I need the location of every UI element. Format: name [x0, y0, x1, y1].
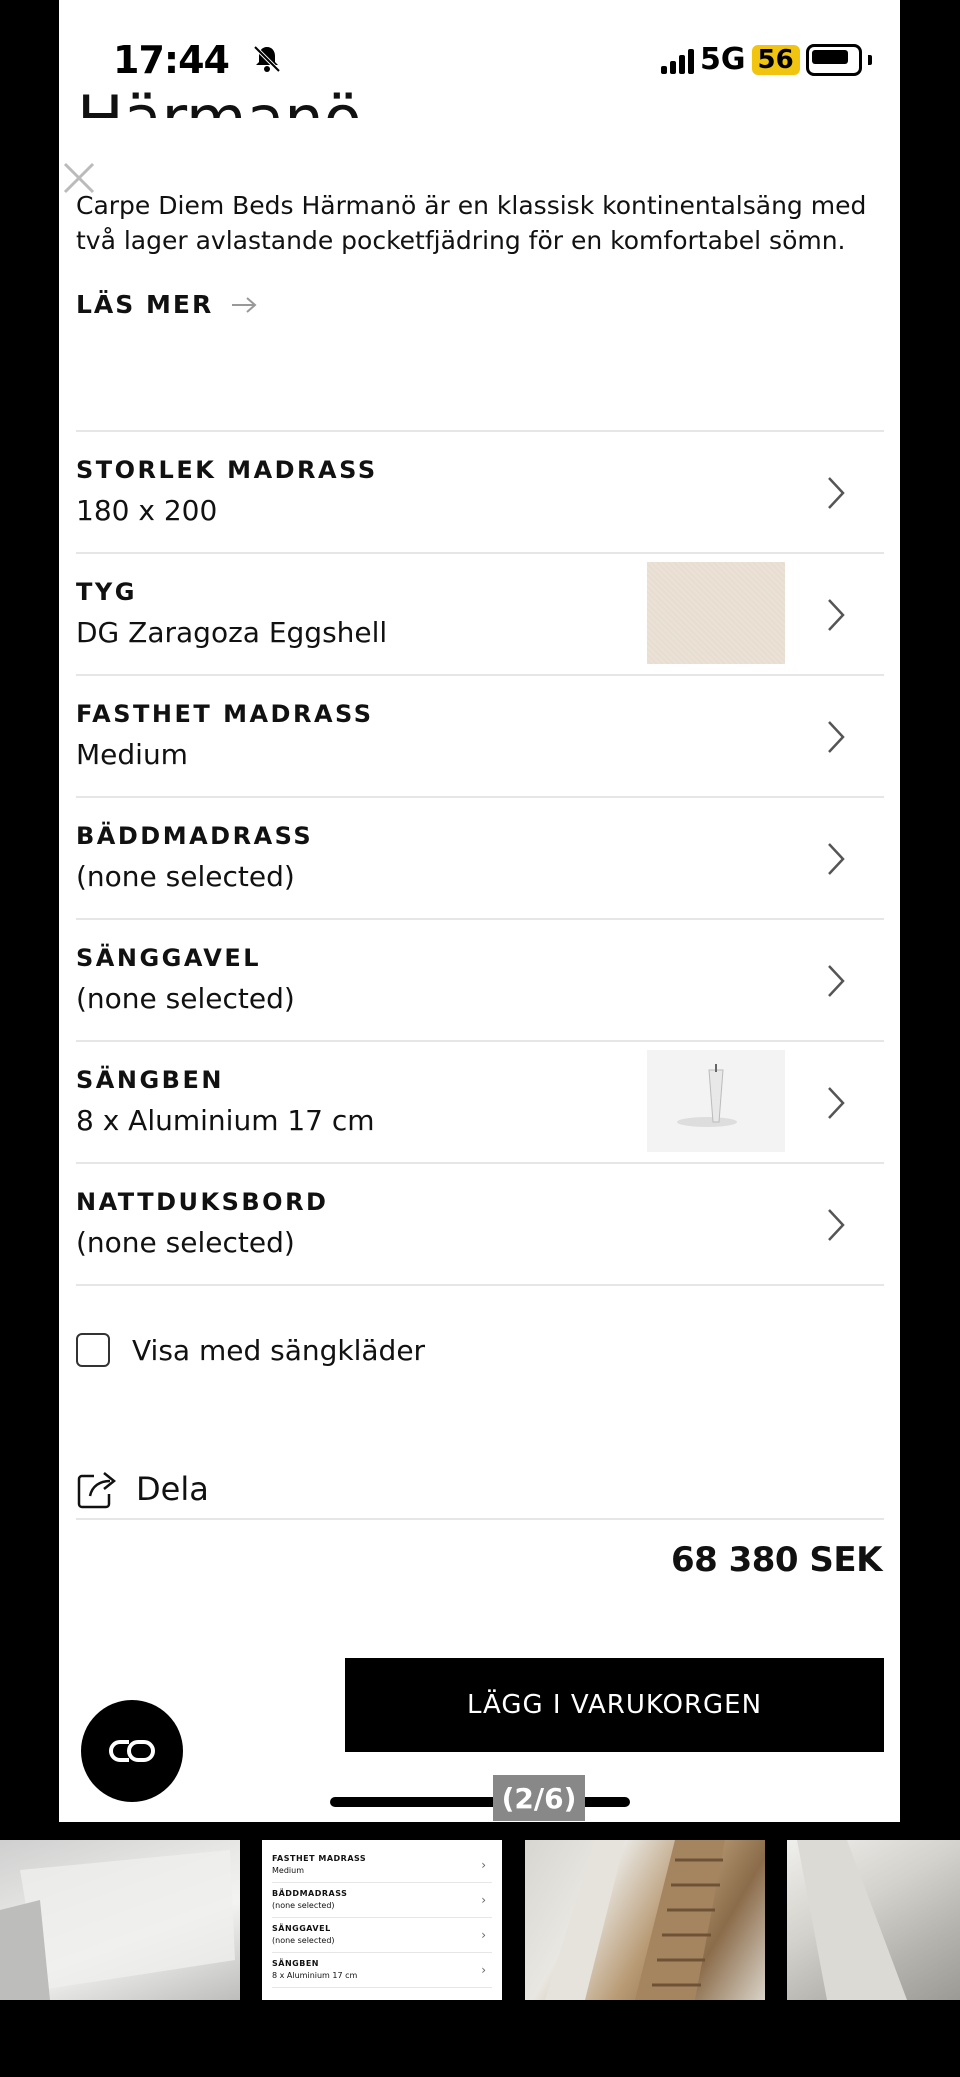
mini-option: FASTHET MADRASS Medium › [272, 1848, 492, 1883]
chevron-right-icon [828, 1209, 845, 1241]
show-bedding-label: Visa med sängkläder [132, 1333, 426, 1367]
product-screen: 17:44 5G 56 Härmanö Carpe Diem Beds Härm… [59, 0, 900, 1822]
chevron-right-icon [828, 599, 845, 631]
option-fabric[interactable]: TYG DG Zaragoza Eggshell [76, 554, 884, 676]
option-firmness[interactable]: FASTHET MADRASS Medium [76, 676, 884, 798]
option-topper[interactable]: BÄDDMADRASS (none selected) [76, 798, 884, 920]
product-title: Härmanö [77, 88, 362, 146]
option-list: STORLEK MADRASS 180 x 200 TYG DG Zaragoz… [76, 430, 884, 1286]
photo-thumbnail[interactable] [0, 1840, 240, 2000]
status-right: 5G 56 [661, 42, 872, 77]
network-type: 5G [700, 42, 746, 77]
signal-icon [661, 46, 694, 74]
fabric-swatch [647, 562, 785, 664]
chevron-right-icon [828, 843, 845, 875]
option-label: NATTDUKSBORD [76, 1188, 329, 1216]
arrow-right-icon [232, 296, 257, 313]
add-to-cart-button[interactable]: LÄGG I VARUKORGEN [345, 1658, 884, 1752]
share-button[interactable]: Dela [76, 1468, 209, 1510]
chevron-right-icon: › [481, 1928, 486, 1942]
photo-thumbnail-strip: FASTHET MADRASS Medium › BÄDDMADRASS (no… [0, 1840, 960, 2000]
chat-icon [109, 1740, 155, 1762]
chat-button[interactable] [81, 1700, 183, 1802]
read-more-label: LÄS MER [76, 290, 214, 319]
option-label: TYG [76, 578, 137, 606]
mini-label: SÄNGBEN [272, 1959, 319, 1968]
chevron-right-icon [828, 965, 845, 997]
chevron-right-icon [828, 721, 845, 753]
option-bed-legs[interactable]: SÄNGBEN 8 x Aluminium 17 cm [76, 1042, 884, 1164]
chevron-right-icon: › [481, 1963, 486, 1977]
chevron-right-icon [828, 477, 845, 509]
total-price: 68 380 SEK [670, 1540, 883, 1580]
chevron-right-icon [828, 1087, 845, 1119]
battery-icon [805, 43, 862, 76]
option-label: SÄNGBEN [76, 1066, 224, 1094]
option-label: BÄDDMADRASS [76, 822, 314, 850]
option-headboard[interactable]: SÄNGGAVEL (none selected) [76, 920, 884, 1042]
photo-thumbnail[interactable] [525, 1840, 765, 2000]
option-label: SÄNGGAVEL [76, 944, 262, 972]
share-label: Dela [136, 1470, 209, 1508]
show-bedding-toggle[interactable]: Visa med sängkläder [76, 1333, 425, 1367]
mini-value: (none selected) [272, 1901, 335, 1910]
mini-value: (none selected) [272, 1936, 335, 1945]
chevron-right-icon: › [481, 1858, 486, 1872]
option-label: FASTHET MADRASS [76, 700, 374, 728]
mini-option: SÄNGBEN 8 x Aluminium 17 cm › [272, 1953, 492, 1988]
share-icon [77, 1472, 117, 1509]
divider [76, 1518, 884, 1520]
option-mattress-size[interactable]: STORLEK MADRASS 180 x 200 [76, 432, 884, 554]
photo-thumbnail-current[interactable]: FASTHET MADRASS Medium › BÄDDMADRASS (no… [262, 1840, 502, 2000]
battery-tip [867, 54, 872, 65]
mini-label: SÄNGGAVEL [272, 1924, 331, 1933]
page-indicator: (2/6) [493, 1775, 585, 1821]
option-label: STORLEK MADRASS [76, 456, 378, 484]
option-value: 180 x 200 [76, 494, 218, 527]
product-description: Carpe Diem Beds Härmanö är en klassisk k… [76, 191, 867, 255]
status-time: 17:44 [113, 38, 230, 82]
silent-bell-icon [253, 45, 281, 73]
option-value: Medium [76, 738, 188, 771]
mini-label: FASTHET MADRASS [272, 1854, 367, 1863]
show-bedding-checkbox[interactable] [76, 1333, 110, 1367]
option-value: (none selected) [76, 982, 295, 1015]
mini-label: BÄDDMADRASS [272, 1889, 348, 1898]
photo-thumbnail[interactable] [787, 1840, 960, 2000]
mini-option: BÄDDMADRASS (none selected) › [272, 1883, 492, 1918]
battery-level: 56 [751, 44, 800, 75]
option-value: (none selected) [76, 860, 295, 893]
mini-option: SÄNGGAVEL (none selected) › [272, 1918, 492, 1953]
option-nightstand[interactable]: NATTDUKSBORD (none selected) [76, 1164, 884, 1286]
home-indicator [330, 1797, 630, 1807]
bed-leg-image [647, 1050, 785, 1152]
chevron-right-icon: › [481, 1893, 486, 1907]
read-more-link[interactable]: LÄS MER [76, 290, 257, 319]
option-value: 8 x Aluminium 17 cm [76, 1104, 375, 1137]
option-value: DG Zaragoza Eggshell [76, 616, 388, 649]
option-value: (none selected) [76, 1226, 295, 1259]
mini-value: Medium [272, 1866, 304, 1875]
mini-value: 8 x Aluminium 17 cm [272, 1971, 358, 1980]
